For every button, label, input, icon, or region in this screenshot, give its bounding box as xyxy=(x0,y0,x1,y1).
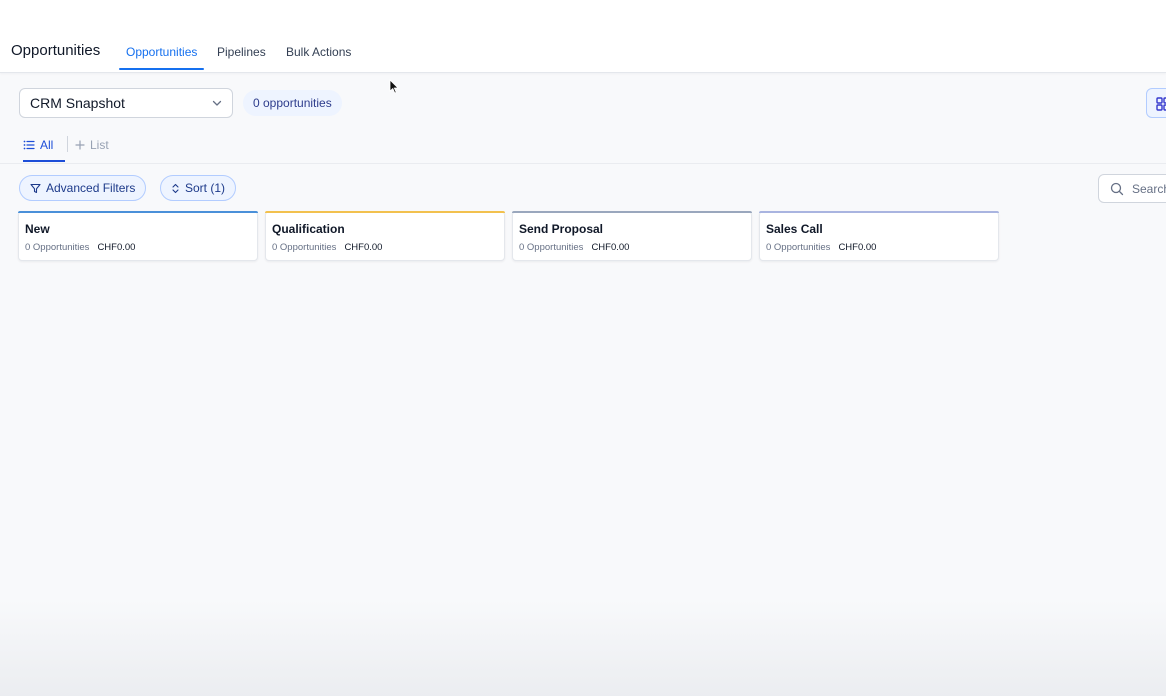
sort-label: Sort (1) xyxy=(185,181,226,195)
sort-icon xyxy=(172,183,179,193)
top-header: Opportunities Opportunities Pipelines Bu… xyxy=(0,0,1166,73)
stage-color-bar xyxy=(265,211,505,213)
advanced-filters-label: Advanced Filters xyxy=(46,181,136,195)
stage-column-send-proposal: Send Proposal 0 Opportunities CHF0.00 xyxy=(512,211,752,261)
stage-count: 0 Opportunities xyxy=(766,242,831,253)
stage-amount: CHF0.00 xyxy=(97,242,136,253)
stage-name: Sales Call xyxy=(766,222,823,236)
stage-name: New xyxy=(25,222,50,236)
advanced-filters-button[interactable]: Advanced Filters xyxy=(19,175,147,201)
add-list-button[interactable]: List xyxy=(75,135,109,155)
plus-icon xyxy=(75,140,85,150)
active-tab-indicator xyxy=(119,68,204,70)
pipeline-select-value: CRM Snapshot xyxy=(30,95,125,111)
mouse-cursor-icon xyxy=(389,79,399,94)
chevron-down-icon xyxy=(212,100,222,106)
stage-count: 0 Opportunities xyxy=(25,242,90,253)
active-subtab-indicator xyxy=(23,160,65,162)
stage-column-new: New 0 Opportunities CHF0.00 xyxy=(18,211,258,261)
stage-amount: CHF0.00 xyxy=(838,242,877,253)
stage-color-bar xyxy=(759,211,999,213)
bottom-shade xyxy=(0,600,1166,696)
tab-pipelines[interactable]: Pipelines xyxy=(217,45,266,71)
stage-name: Send Proposal xyxy=(519,222,604,236)
subtab-all-label: All xyxy=(40,138,54,152)
search-box[interactable] xyxy=(1098,174,1166,203)
stage-amount: CHF0.00 xyxy=(591,242,630,253)
board-view-button[interactable] xyxy=(1146,88,1166,118)
stage-column-sales-call: Sales Call 0 Opportunities CHF0.00 xyxy=(759,211,999,261)
filter-icon xyxy=(30,183,41,193)
stage-color-bar xyxy=(512,211,752,213)
stage-count: 0 Opportunities xyxy=(519,242,584,253)
sort-button[interactable]: Sort (1) xyxy=(160,175,237,201)
tab-bulk-actions[interactable]: Bulk Actions xyxy=(286,45,351,71)
stage-count: 0 Opportunities xyxy=(272,242,337,253)
stage-color-bar xyxy=(18,211,258,213)
subtab-all[interactable]: All xyxy=(23,135,53,155)
grid-view-icon xyxy=(1156,97,1166,111)
opportunity-count-badge: 0 opportunities xyxy=(243,90,342,116)
stage-column-qualification: Qualification 0 Opportunities CHF0.00 xyxy=(265,211,505,261)
subtab-divider xyxy=(0,163,1166,164)
list-icon xyxy=(23,140,35,150)
stage-name: Qualification xyxy=(272,222,345,236)
subtab-separator xyxy=(67,136,68,152)
pipeline-select[interactable]: CRM Snapshot xyxy=(19,88,233,118)
add-list-label: List xyxy=(90,138,109,152)
search-icon xyxy=(1110,182,1124,195)
search-input[interactable] xyxy=(1132,181,1166,196)
page-title: Opportunities xyxy=(11,42,101,59)
stage-amount: CHF0.00 xyxy=(344,242,383,253)
